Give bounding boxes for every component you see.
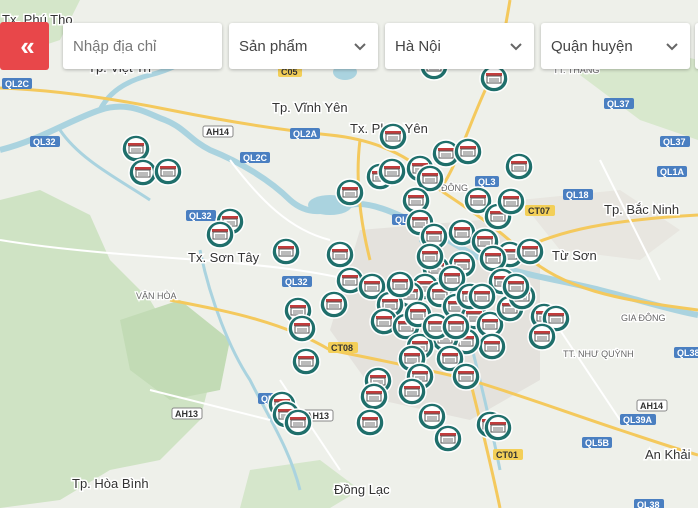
- place-label: Từ Sơn: [552, 248, 597, 263]
- store-icon[interactable]: [287, 314, 317, 343]
- road-shield-label: CT08: [331, 343, 353, 353]
- road-shield-label: QL38: [637, 500, 660, 508]
- road-shield-label: QL18: [566, 190, 589, 200]
- road-shield: QL32: [282, 276, 312, 287]
- store-icon[interactable]: [501, 272, 531, 301]
- road-shield-label: CT01: [496, 450, 518, 460]
- product-select[interactable]: Sản phẩm: [229, 23, 378, 69]
- road-shield-label: QL2C: [243, 153, 268, 163]
- store-icon[interactable]: [291, 347, 321, 376]
- road-shield: AH14: [636, 399, 668, 412]
- store-icon[interactable]: [477, 332, 507, 361]
- store-icon[interactable]: [483, 413, 513, 442]
- road-shield-label: QL2A: [293, 129, 318, 139]
- road-shield: QL18: [563, 189, 593, 200]
- store-icon[interactable]: [205, 220, 235, 249]
- road-shield: QL32: [186, 210, 216, 221]
- collapse-panel-button[interactable]: «: [0, 22, 49, 70]
- road-shield: AH13: [171, 407, 203, 420]
- store-icon[interactable]: [415, 242, 445, 271]
- store-icon[interactable]: [496, 187, 526, 216]
- road-shield: QL2C: [240, 152, 270, 163]
- road-shield-label: AH14: [640, 401, 663, 411]
- store-icon[interactable]: [319, 290, 349, 319]
- store-icon[interactable]: [355, 408, 385, 437]
- road-shield: CT08: [328, 342, 358, 353]
- place-label: GIA ĐÔNG: [621, 313, 666, 323]
- road-shield-label: QL32: [285, 277, 308, 287]
- road-shield: QL2C: [2, 78, 32, 89]
- place-label: Tp. Hòa Bình: [72, 476, 149, 491]
- road-shield: CT07: [525, 205, 555, 216]
- place-label: VÂN HÒA: [136, 291, 177, 301]
- store-icon[interactable]: [397, 377, 427, 406]
- store-icon[interactable]: [441, 312, 471, 341]
- road-shield-label: QL5B: [585, 438, 610, 448]
- road-shield-label: QL39A: [623, 415, 653, 425]
- road-shield-label: AH13: [175, 409, 198, 419]
- road-shield: QL37: [660, 136, 690, 147]
- place-label: TT. NHƯ QUỲNH: [563, 349, 634, 359]
- road-shield: AH14: [202, 125, 234, 138]
- map-canvas[interactable]: Tx. Phú Thọ Tp. Việt Trì Tp. Vĩnh Yên Tx…: [0, 0, 698, 508]
- road-shield: QL39A: [620, 414, 656, 425]
- store-icon[interactable]: [451, 362, 481, 391]
- store-icon[interactable]: [271, 237, 301, 266]
- road-shield-label: QL32: [33, 137, 56, 147]
- place-label: An Khải: [645, 447, 691, 462]
- road-shield-label: QL38: [677, 348, 698, 358]
- road-shield-label: AH14: [206, 127, 229, 137]
- place-label: Tx. Sơn Tây: [188, 250, 260, 265]
- road-shield: CT01: [493, 449, 523, 460]
- district-select[interactable]: Quận huyện: [541, 23, 690, 69]
- place-label: Đồng Lạc: [334, 482, 390, 497]
- road-shield-label: QL2C: [5, 79, 30, 89]
- road-shield-label: QL37: [607, 99, 630, 109]
- road-shield: QL32: [30, 136, 60, 147]
- road-shield: QL1A: [657, 166, 687, 177]
- double-chevron-left-icon: «: [20, 30, 35, 61]
- store-icon[interactable]: [385, 270, 415, 299]
- store-icon[interactable]: [359, 382, 389, 411]
- chevron-down-icon: [354, 43, 366, 51]
- store-icon[interactable]: [377, 157, 407, 186]
- chevron-down-icon: [510, 43, 522, 51]
- store-icon[interactable]: [433, 424, 463, 453]
- district-select-label: Quận huyện: [551, 37, 633, 55]
- store-icon[interactable]: [378, 122, 408, 151]
- road-shield: QL38: [634, 499, 664, 508]
- road-shield: QL2A: [290, 128, 320, 139]
- store-icon[interactable]: [504, 152, 534, 181]
- chevron-down-icon: [666, 43, 678, 51]
- road-shield-label: QL37: [663, 137, 686, 147]
- road-shield: QL37: [604, 98, 634, 109]
- search-toolbar: « Sản phẩm Hà Nội Quận huyện: [0, 22, 698, 70]
- store-icon[interactable]: [325, 240, 355, 269]
- store-icon[interactable]: [283, 408, 313, 437]
- road-shield: QL3: [475, 176, 499, 187]
- store-icon[interactable]: [128, 158, 158, 187]
- store-icon[interactable]: [121, 134, 151, 163]
- place-label: Tp. Vĩnh Yên: [272, 100, 348, 115]
- store-icon[interactable]: [453, 137, 483, 166]
- road-shield: QL38: [674, 347, 698, 358]
- road-shield-label: CT07: [528, 206, 550, 216]
- road-shield-label: QL3: [478, 177, 496, 187]
- store-icon[interactable]: [335, 178, 365, 207]
- city-select-label: Hà Nội: [395, 37, 441, 55]
- place-label: Tp. Bắc Ninh: [604, 202, 679, 217]
- place-label: ĐÔNG: [441, 183, 468, 193]
- store-icon[interactable]: [153, 157, 183, 186]
- store-icon[interactable]: [527, 322, 557, 351]
- address-input[interactable]: [63, 23, 222, 69]
- road-shield-label: QL32: [189, 211, 212, 221]
- road-shield: QL5B: [582, 437, 612, 448]
- store-icon[interactable]: [467, 282, 497, 311]
- product-select-label: Sản phẩm: [239, 37, 308, 55]
- address-field-wrapper: [63, 23, 222, 69]
- store-icon[interactable]: [515, 237, 545, 266]
- road-shield-label: QL1A: [660, 167, 685, 177]
- city-select[interactable]: Hà Nội: [385, 23, 534, 69]
